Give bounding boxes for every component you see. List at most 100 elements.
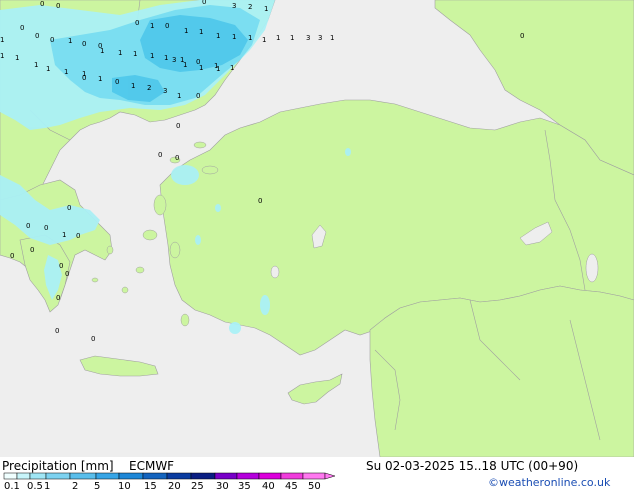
precip-value: 1 <box>262 36 266 44</box>
precip-value: 0 <box>165 22 169 30</box>
precip-value: 1 <box>264 5 268 13</box>
precip-value: 0 <box>26 222 30 230</box>
title-label: Precipitation [mm] <box>2 459 114 473</box>
model-label: ECMWF <box>129 459 175 473</box>
legend-tick-label: 0.5 <box>27 481 43 490</box>
precip-value: 1 <box>184 27 188 35</box>
precip-value: 1 <box>64 68 68 76</box>
legend-swatch <box>214 472 238 480</box>
precip-value: 0 <box>202 0 206 6</box>
precip-value: 1 <box>118 49 122 57</box>
legend-tick-label: 40 <box>262 481 275 490</box>
precip-value: 2 <box>147 84 151 92</box>
precip-value: 1 <box>100 47 104 55</box>
legend-tick-label: 10 <box>118 481 131 490</box>
precip-value: 0 <box>35 32 39 40</box>
precip-value: 0 <box>44 224 48 232</box>
precip-value: 0 <box>196 92 200 100</box>
precip-value: 0 <box>82 40 86 48</box>
precip-value: 1 <box>276 34 280 42</box>
precip-value: 1 <box>183 61 187 69</box>
legend-swatch <box>69 472 97 480</box>
precip-value: 0 <box>56 294 60 302</box>
legend-swatch <box>45 472 71 480</box>
legend-swatch <box>280 472 304 480</box>
precip-value: 1 <box>150 22 154 30</box>
precip-value: 1 <box>216 32 220 40</box>
precip-value: 0 <box>50 36 54 44</box>
precip-value: 0 <box>20 24 24 32</box>
precip-value: 1 <box>131 82 135 90</box>
precip-value: 0 <box>59 262 63 270</box>
legend-swatch <box>118 472 144 480</box>
precip-value: 3 <box>172 56 176 64</box>
legend-swatch <box>142 472 168 480</box>
precip-value: 1 <box>230 64 234 72</box>
precip-value: 0 <box>30 246 34 254</box>
precip-value: 0 <box>115 78 119 86</box>
precip-value: 0 <box>520 32 524 40</box>
precip-value: 1 <box>0 36 4 44</box>
legend-swatch <box>258 472 282 480</box>
land-levant <box>369 285 634 457</box>
legend-swatch <box>190 472 216 480</box>
precip-value: 0 <box>65 270 69 278</box>
precip-value: 3 <box>306 34 310 42</box>
precip-value: 1 <box>199 28 203 36</box>
legend-swatch <box>95 472 120 480</box>
precip-value: 1 <box>232 33 236 41</box>
precip-value: 3 <box>232 2 236 10</box>
precip-value: 1 <box>62 231 66 239</box>
precip-value: 1 <box>0 52 4 60</box>
precip-value: 1 <box>199 64 203 72</box>
precip-value: 1 <box>216 65 220 73</box>
precip-value: 1 <box>34 61 38 69</box>
legend-tick-label: 35 <box>238 481 251 490</box>
precip-value: 1 <box>290 34 294 42</box>
legend-swatch <box>3 472 18 480</box>
legend-tick-label: 15 <box>144 481 157 490</box>
precip-value: 1 <box>15 54 19 62</box>
legend-tick-label: 20 <box>168 481 181 490</box>
precip-value: 0 <box>91 335 95 343</box>
legend-swatch <box>236 472 260 480</box>
precip-value: 0 <box>40 0 44 8</box>
legend-tick-label: 0.1 <box>4 481 20 490</box>
legend: 0.1 0.5 1 2 5 10 15 20 25 30 35 40 45 50 <box>3 472 336 490</box>
legend-tick-label: 30 <box>216 481 229 490</box>
precip-value: 3 <box>163 87 167 95</box>
legend-tick-label: 50 <box>308 481 321 490</box>
legend-tick-label: 1 <box>44 481 50 490</box>
precip-value: 1 <box>330 34 334 42</box>
precipitation-map: 0 000 3 2 1001 01 11 0 1 0 01 1 1 1 1 1 3 3 1 01 11 1 1 11 1 1 1 1 1… <box>0 0 634 457</box>
precip-value: 0 <box>176 122 180 130</box>
precip-value: 1 <box>46 65 50 73</box>
precip-value: 1 <box>177 92 181 100</box>
precip-value: 1 <box>98 75 102 83</box>
legend-tick-label: 5 <box>94 481 100 490</box>
legend-tick-label: 45 <box>285 481 298 490</box>
credit-label: ©weatheronline.co.uk <box>488 476 611 489</box>
precip-value: 0 <box>258 197 262 205</box>
valid-time-label: Su 02-03-2025 15..18 UTC (00+90) <box>366 459 579 473</box>
legend-tick-label: 2 <box>72 481 78 490</box>
precip-value: 0 <box>158 151 162 159</box>
precip-value: 0 <box>67 204 71 212</box>
legend-arrow <box>324 472 336 480</box>
precip-value: 0 <box>135 19 139 27</box>
precip-value: 1 <box>133 50 137 58</box>
legend-swatch <box>16 472 31 480</box>
precip-value: 0 <box>76 232 80 240</box>
precip-value: 1 <box>150 52 154 60</box>
precip-value: 0 <box>175 154 179 162</box>
map-area: 0000321001011101001111113310111111111111… <box>0 0 634 457</box>
precip-value: 3 <box>318 34 322 42</box>
precip-value: 0 <box>56 2 60 10</box>
legend-tick-label: 25 <box>191 481 204 490</box>
legend-swatch <box>302 472 326 480</box>
precip-value: 1 <box>68 37 72 45</box>
legend-swatch <box>29 472 47 480</box>
legend-swatch <box>166 472 192 480</box>
precip-value: 0 <box>10 252 14 260</box>
precip-value: 2 <box>248 3 252 11</box>
